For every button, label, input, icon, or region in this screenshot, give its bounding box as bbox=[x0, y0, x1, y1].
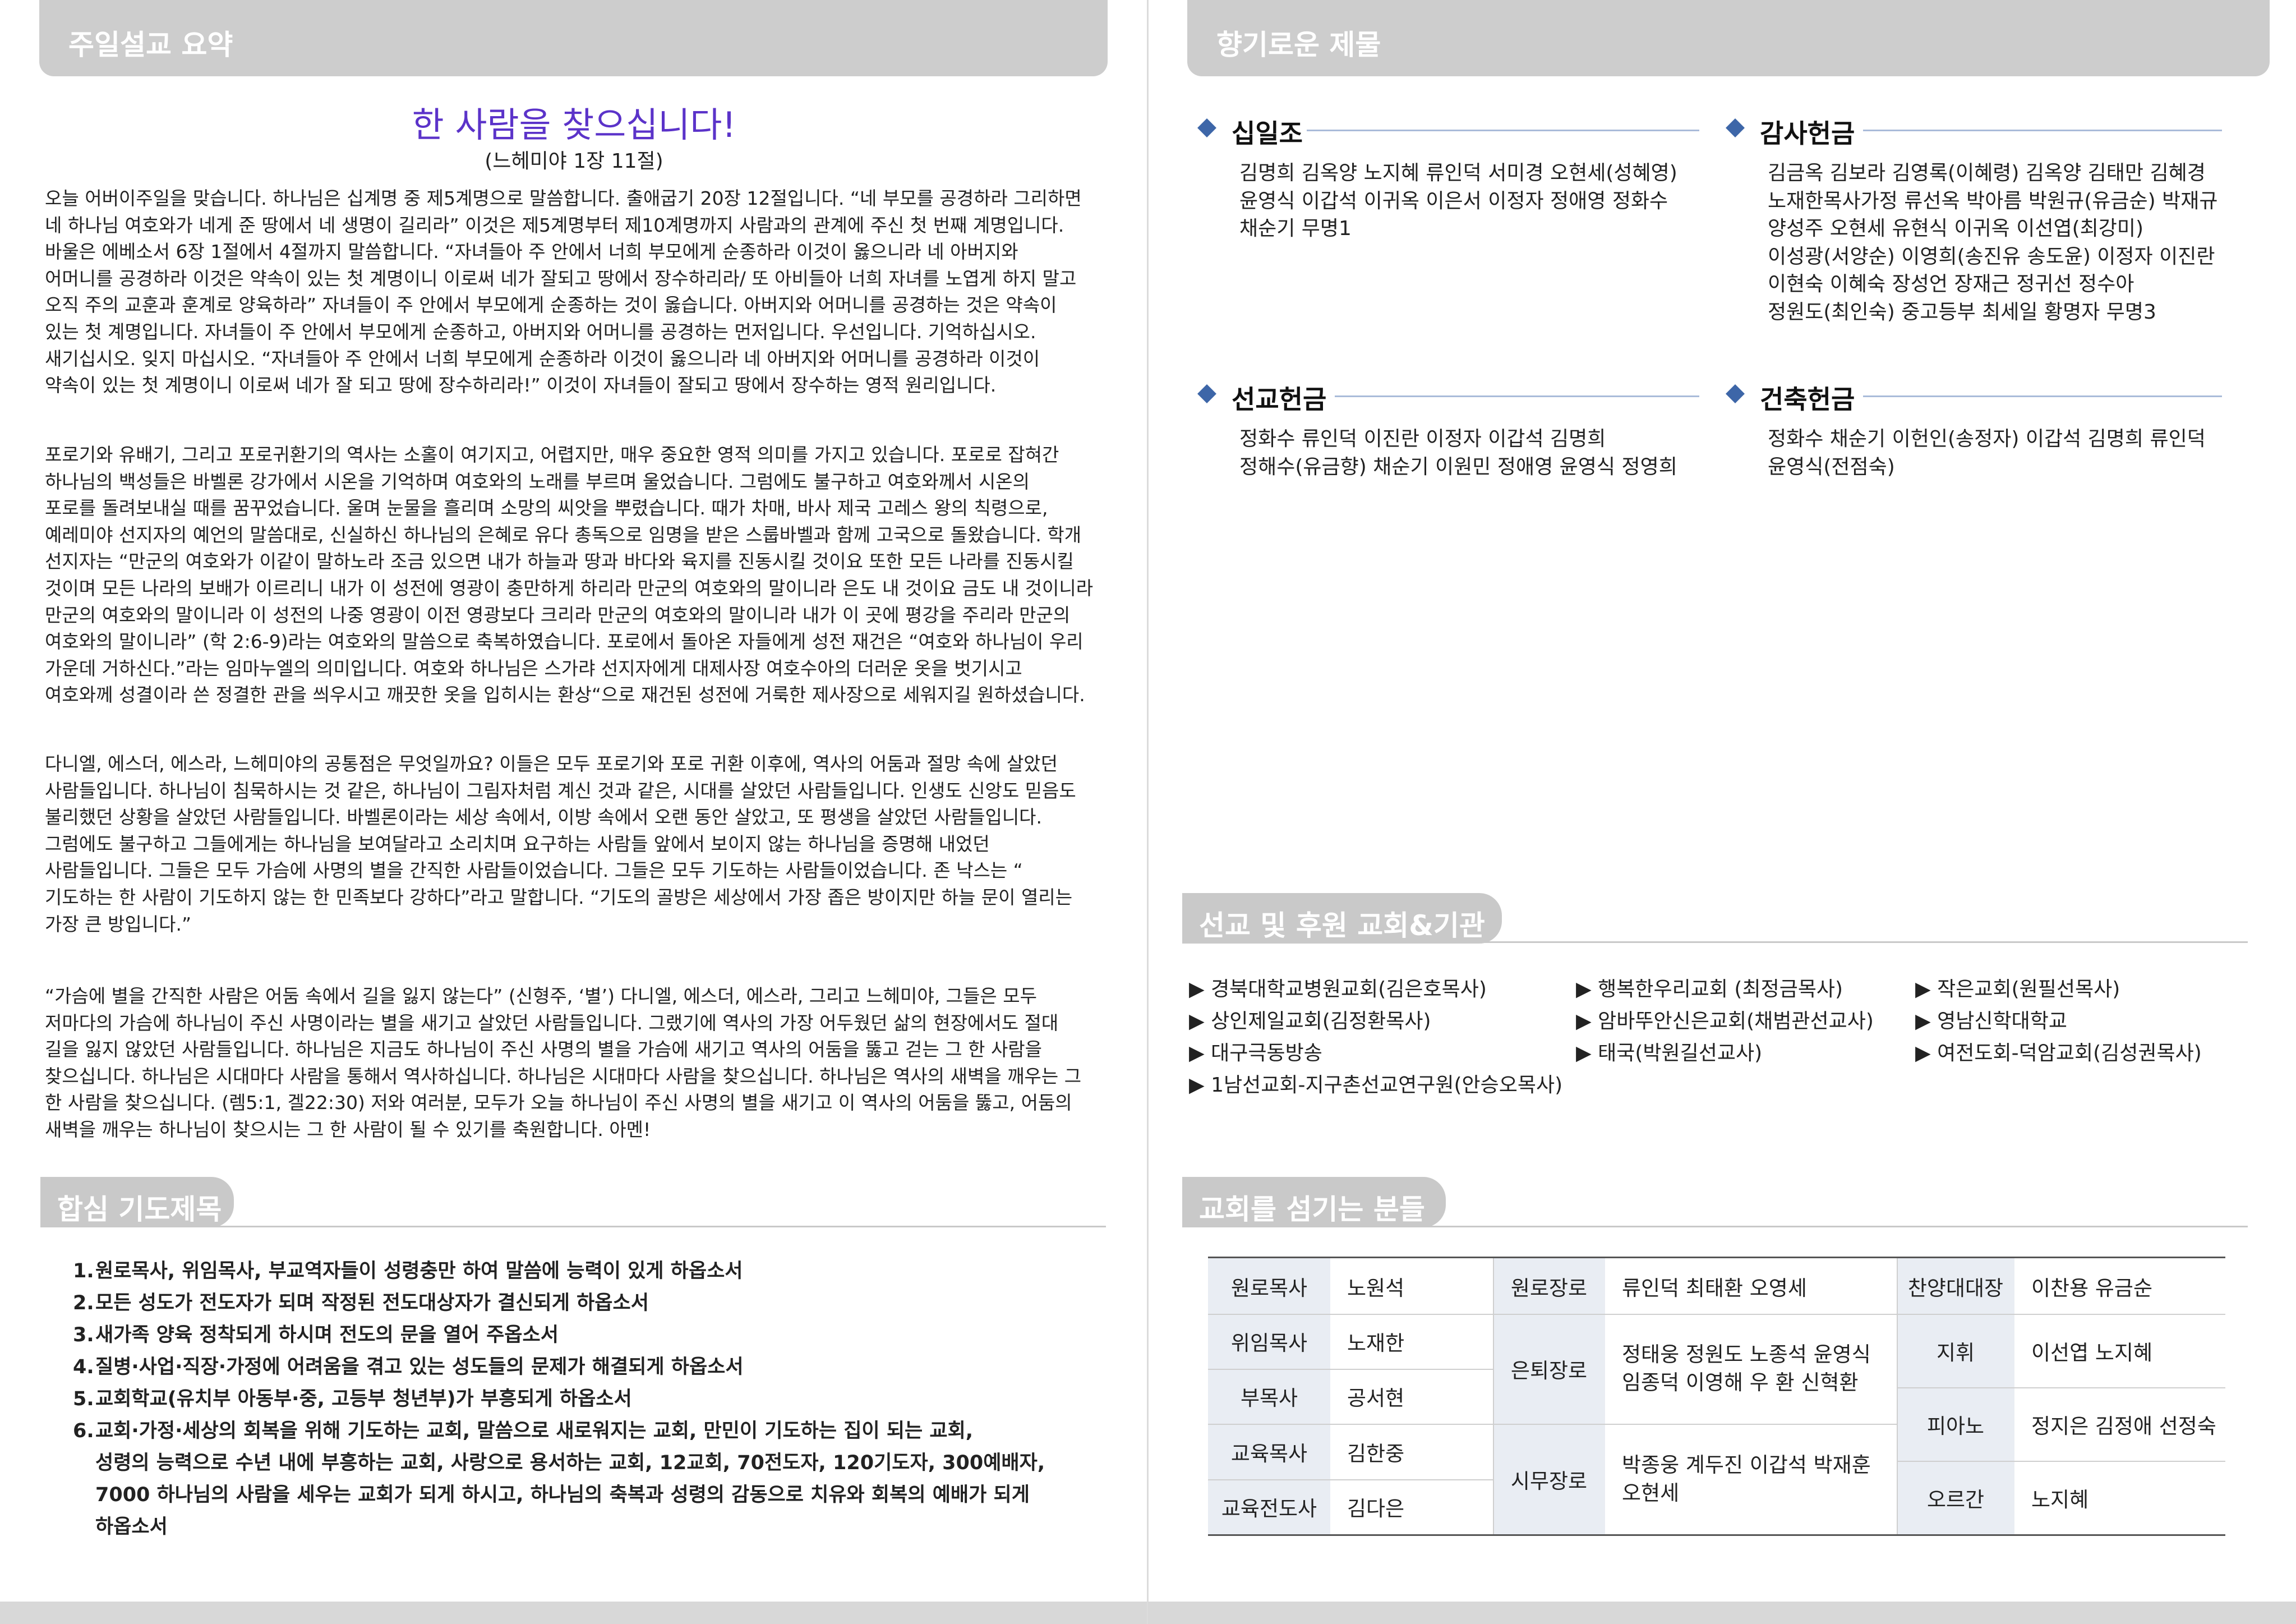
mission-item: ▶ 행복한우리교회 (최정금목사) bbox=[1576, 978, 1843, 1001]
offering-label: 십일조 bbox=[1232, 118, 1303, 149]
staff-role: 원로목사 bbox=[1208, 1258, 1330, 1314]
sermon-paragraph-3: 다니엘, 에스더, 에스라, 느헤미야의 공통점은 무엇일까요? 이들은 모두 … bbox=[45, 753, 1076, 935]
prayer-item-continued: 하옵소서 bbox=[95, 1516, 168, 1538]
staff-role: 은퇴장로 bbox=[1493, 1314, 1605, 1424]
table-gridline bbox=[1493, 1258, 1494, 1534]
sermon-header-title: 주일설교 요약 bbox=[68, 29, 233, 61]
prayer-section-rule bbox=[40, 1226, 1106, 1227]
staff-role: 부목사 bbox=[1208, 1369, 1330, 1424]
offering-rule bbox=[1335, 395, 1699, 397]
diamond-bullet-icon bbox=[1197, 118, 1216, 137]
staff-role: 교육목사 bbox=[1208, 1424, 1330, 1479]
staff-name: 김한중 bbox=[1347, 1441, 1405, 1466]
staff-names: 이선엽 노지혜 bbox=[2031, 1340, 2153, 1365]
staff-section-tab: 교회를 섬기는 분들 bbox=[1182, 1177, 1446, 1227]
offering-names: 정화수 류인덕 이진란 이정자 이갑석 김명희 정해수(유금향) 채순기 이원민… bbox=[1239, 427, 1677, 479]
offering-label: 선교헌금 bbox=[1232, 384, 1327, 415]
staff-role: 지휘 bbox=[1897, 1314, 2014, 1387]
table-gridline bbox=[1208, 1479, 1493, 1480]
mission-item: ▶ 1남선교회-지구촌선교연구원(안승오목사) bbox=[1189, 1074, 1563, 1097]
staff-role: 원로장로 bbox=[1493, 1258, 1605, 1314]
prayer-section-tab: 합심 기도제목 bbox=[40, 1177, 234, 1227]
mission-item: ▶ 경북대학교병원교회(김은호목사) bbox=[1189, 978, 1487, 1001]
prayer-item: 1.원로목사, 위임목사, 부교역자들이 성령충만 하여 말씀에 능력이 있게 … bbox=[73, 1260, 743, 1282]
prayer-item-continued: 7000 하나님의 사람을 세우는 교회가 되게 하시고, 하나님의 축복과 성… bbox=[95, 1484, 1030, 1506]
staff-name: 김다은 bbox=[1347, 1497, 1405, 1521]
offering-building: 건축헌금 정화수 채순기 이헌인(송정자) 이갑석 김명희 류인덕 윤영식(전점… bbox=[1726, 379, 2233, 491]
mission-item: ▶ 대구극동방송 bbox=[1189, 1042, 1322, 1065]
mission-item: ▶ 상인제일교회(김정환목사) bbox=[1189, 1010, 1431, 1033]
offering-names: 김금옥 김보라 김영록(이혜령) 김옥양 김태만 김혜경 노재한목사가정 류선옥… bbox=[1768, 162, 2218, 324]
staff-names: 박종웅 계두진 이갑석 박재훈 오현세 bbox=[1622, 1452, 1871, 1505]
offering-rule bbox=[1863, 395, 2222, 397]
mission-item: ▶ 여전도회-덕암교회(김성권목사) bbox=[1915, 1042, 2202, 1065]
missions-section-tab: 선교 및 후원 교회&기관 bbox=[1182, 893, 1502, 944]
staff-names: 노지혜 bbox=[2031, 1487, 2089, 1512]
sermon-reference: (느헤미야 1장 11절) bbox=[485, 150, 663, 173]
prayer-item: 5.교회학교(유치부 아동부·중, 고등부 청년부)가 부흥되게 하옵소서 bbox=[73, 1388, 632, 1410]
staff-role: 교육전도사 bbox=[1208, 1479, 1330, 1534]
offering-rule bbox=[1307, 130, 1699, 131]
sermon-paragraph-1: 오늘 어버이주일을 맞습니다. 하나님은 십계명 중 제5계명으로 말씀합니다.… bbox=[45, 187, 1082, 397]
sermon-paragraph-4: “가슴에 별을 간직한 사람은 어둠 속에서 길을 잃지 않는다” (신형주, … bbox=[45, 985, 1082, 1140]
diamond-bullet-icon bbox=[1726, 118, 1745, 137]
staff-role: 시무장로 bbox=[1493, 1424, 1605, 1534]
offerings-header-bar: 향기로운 제물 bbox=[1187, 0, 2270, 76]
staff-name: 노원석 bbox=[1347, 1276, 1405, 1300]
staff-names: 류인덕 최태환 오영세 bbox=[1622, 1276, 1807, 1300]
mission-item: ▶ 암바뚜안신은교회(채범관선교사) bbox=[1576, 1010, 1874, 1033]
table-gridline bbox=[1897, 1387, 2225, 1388]
prayer-item: 6.교회·가정·세상의 회복을 위해 기도하는 교회, 말씀으로 새로워지는 교… bbox=[73, 1420, 974, 1442]
table-gridline bbox=[1208, 1424, 1897, 1425]
staff-role: 찬양대대장 bbox=[1897, 1258, 2014, 1314]
table-gridline bbox=[1897, 1461, 2225, 1462]
diamond-bullet-icon bbox=[1197, 384, 1216, 403]
missions-section-title: 선교 및 후원 교회&기관 bbox=[1199, 909, 1485, 942]
staff-role: 위임목사 bbox=[1208, 1314, 1330, 1369]
offering-names: 김명희 김옥양 노지혜 류인덕 서미경 오현세(성혜영) 윤영식 이갑석 이귀옥… bbox=[1239, 162, 1677, 240]
table-gridline bbox=[1208, 1314, 2225, 1315]
left-footer-bar bbox=[0, 1602, 1148, 1624]
table-gridline bbox=[1897, 1258, 1898, 1534]
staff-names: 이찬용 유금순 bbox=[2031, 1276, 2153, 1300]
mission-item: ▶ 태국(박원길선교사) bbox=[1576, 1042, 1763, 1065]
offering-thanksgiving: 감사헌금 김금옥 김보라 김영록(이혜령) 김옥양 김태만 김혜경 노재한목사가… bbox=[1726, 113, 2233, 338]
offering-names: 정화수 채순기 이헌인(송정자) 이갑석 김명희 류인덕 윤영식(전점숙) bbox=[1768, 427, 2206, 479]
mission-item: ▶ 작은교회(원필선목사) bbox=[1915, 978, 2120, 1001]
diamond-bullet-icon bbox=[1726, 384, 1745, 403]
prayer-item-continued: 성령의 능력으로 수년 내에 부흥하는 교회, 사랑으로 용서하는 교회, 12… bbox=[95, 1452, 1045, 1474]
staff-names: 정지은 김정애 선정숙 bbox=[2031, 1414, 2216, 1438]
staff-section-title: 교회를 섬기는 분들 bbox=[1199, 1193, 1425, 1226]
staff-name: 공서현 bbox=[1347, 1386, 1405, 1410]
mission-item: ▶ 영남신학대학교 bbox=[1915, 1010, 2067, 1033]
table-gridline bbox=[1208, 1369, 1493, 1370]
prayer-list: 1.원로목사, 위임목사, 부교역자들이 성령충만 하여 말씀에 능력이 있게 … bbox=[73, 1255, 1060, 1543]
offering-mission: 선교헌금 정화수 류인덕 이진란 이정자 이갑석 김명희 정해수(유금향) 채순… bbox=[1197, 379, 1705, 491]
staff-names: 정태웅 정원도 노종석 윤영식 임종덕 이영해 우 환 신혁환 bbox=[1622, 1342, 1871, 1395]
prayer-section-title: 합심 기도제목 bbox=[57, 1193, 222, 1226]
staff-section-rule bbox=[1182, 1226, 2248, 1227]
offering-rule bbox=[1863, 130, 2222, 131]
prayer-item: 3.새가족 양육 정착되게 하시며 전도의 문을 열어 주옵소서 bbox=[73, 1324, 559, 1346]
missions-section-rule bbox=[1182, 941, 2248, 943]
staff-name: 노재한 bbox=[1347, 1331, 1405, 1355]
sermon-paragraph-2: 포로기와 유배기, 그리고 포로귀환기의 역사는 소홀이 여기지고, 어렵지만,… bbox=[45, 444, 1094, 706]
prayer-item: 4.질병·사업·직장·가정에 어려움을 겪고 있는 성도들의 문제가 해결되게 … bbox=[73, 1356, 744, 1378]
staff-role: 오르간 bbox=[1897, 1461, 2014, 1534]
staff-role: 피아노 bbox=[1897, 1387, 2014, 1461]
sermon-header-bar: 주일설교 요약 bbox=[39, 0, 1108, 76]
offering-tithe: 십일조 김명희 김옥양 노지혜 류인덕 서미경 오현세(성혜영) 윤영식 이갑석… bbox=[1197, 113, 1705, 265]
offering-label: 감사헌금 bbox=[1760, 118, 1855, 149]
offerings-header-title: 향기로운 제물 bbox=[1216, 29, 1381, 61]
prayer-item: 2.모든 성도가 전도자가 되며 작정된 전도대상자가 결신되게 하옵소서 bbox=[73, 1292, 649, 1314]
left-page: 주일설교 요약 한 사람을 찾으십니다! (느헤미야 1장 11절) 오늘 어버… bbox=[0, 0, 1148, 1624]
right-footer-bar bbox=[1148, 1602, 2296, 1624]
offering-label: 건축헌금 bbox=[1760, 384, 1855, 415]
sermon-title: 한 사람을 찾으십니다! bbox=[412, 104, 736, 145]
